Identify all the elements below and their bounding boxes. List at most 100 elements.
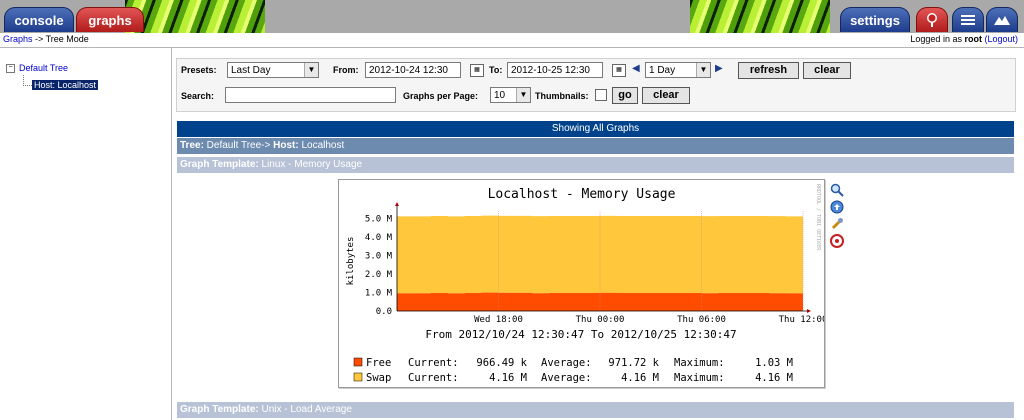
graphs-per-page-label: Graphs per Page:: [403, 91, 479, 101]
from-label: From:: [333, 65, 359, 75]
tab-graphs[interactable]: graphs: [76, 7, 144, 32]
legend-swatch-swap: [353, 372, 363, 382]
legend-average_label: Average:: [541, 357, 592, 369]
chevron-down-icon: ▼: [304, 63, 318, 77]
realtime-icon[interactable]: [830, 234, 844, 248]
breadcrumb: Graphs -> Tree Mode: [3, 34, 89, 44]
refresh-button[interactable]: refresh: [738, 62, 799, 79]
tree-sidebar: − Default Tree Host: Localhost: [0, 48, 172, 420]
legend-average_label: Average:: [541, 372, 592, 384]
presets-value: Last Day: [231, 65, 271, 76]
zoom-icon[interactable]: [830, 183, 844, 197]
x-axis-arrow: [807, 309, 811, 313]
y-axis-label: kilobytes: [346, 237, 356, 286]
legend-maximum_label: Maximum:: [674, 372, 725, 384]
export-icon[interactable]: [830, 200, 844, 214]
timespan-value: 1 Day: [649, 65, 676, 76]
breadcrumb-graphs-link[interactable]: Graphs: [3, 34, 33, 44]
tree-root-item[interactable]: − Default Tree: [6, 63, 68, 74]
breadcrumb-bar: Graphs -> Tree Mode Logged in as root (L…: [0, 33, 1024, 48]
breadcrumb-current: -> Tree Mode: [32, 34, 89, 44]
thumbnails-checkbox[interactable]: [595, 89, 607, 101]
tree-host-item[interactable]: Host: Localhost: [32, 80, 99, 90]
graph-filter-panel: Presets: Last Day ▼ From: ▦ To: ▦ ◀ 1 Day…: [176, 58, 1016, 112]
tab-console[interactable]: console: [4, 7, 74, 32]
y-tick-label: 2.0 M: [365, 270, 393, 280]
y-tick-label: 4.0 M: [365, 233, 393, 243]
tree-view-tab[interactable]: [916, 7, 948, 32]
login-prefix: Logged in as: [910, 34, 965, 44]
legend-current_label: Current:: [408, 357, 459, 369]
login-status: Logged in as root (Logout): [910, 34, 1018, 44]
y-tick-label: 5.0 M: [365, 214, 393, 224]
y-axis-arrow: [395, 202, 399, 206]
memory-usage-graph[interactable]: Localhost - Memory Usage RRDTOOL / TOBI …: [338, 179, 825, 388]
calendar-icon[interactable]: ▦: [612, 64, 626, 77]
wrench-icon[interactable]: [830, 217, 844, 231]
legend-current: 966.49 k: [476, 357, 527, 369]
graph-template-bar-2: Graph Template: Unix - Load Average: [177, 402, 1014, 418]
legend-maximum: 1.03 M: [755, 357, 793, 369]
y-tick-label: 0.0: [376, 307, 392, 317]
tree-icon: [927, 13, 937, 27]
legend-average: 971.72 k: [608, 357, 659, 369]
tree-root-label[interactable]: Default Tree: [19, 63, 68, 73]
tree-value: Default Tree->: [203, 140, 274, 151]
y-tick-label: 1.0 M: [365, 288, 393, 298]
search-label: Search:: [181, 91, 215, 101]
template-label: Graph Template:: [180, 404, 259, 415]
tree-label: Tree:: [180, 140, 204, 151]
logout-link[interactable]: (Logout): [984, 34, 1018, 44]
list-view-tab[interactable]: [952, 7, 984, 32]
from-date-input[interactable]: [365, 62, 461, 78]
go-button[interactable]: go: [612, 87, 638, 104]
legend-maximum_label: Maximum:: [674, 357, 725, 369]
to-date-input[interactable]: [507, 62, 603, 78]
showing-header: Showing All Graphs: [177, 121, 1014, 137]
legend-maximum: 4.16 M: [755, 372, 793, 384]
chevron-down-icon: ▼: [516, 88, 530, 102]
x-tick-label: Thu 06:00: [677, 315, 726, 325]
preview-view-tab[interactable]: [986, 7, 1018, 32]
login-user: root: [964, 34, 982, 44]
shift-right-icon[interactable]: ▶: [715, 63, 723, 74]
timespan-select[interactable]: 1 Day ▼: [645, 62, 711, 78]
x-tick-label: Thu 00:00: [576, 315, 625, 325]
host-label: Host:: [273, 140, 299, 151]
legend-current_label: Current:: [408, 372, 459, 384]
graphs-per-page-select[interactable]: 10 ▼: [490, 87, 531, 103]
legend-name: Swap: [366, 372, 391, 384]
legend-current: 4.16 M: [489, 372, 527, 384]
search-input[interactable]: [225, 87, 396, 103]
x-tick-label: Thu 12:00: [779, 315, 824, 325]
template-value: Unix - Load Average: [258, 404, 352, 415]
clear-search-button[interactable]: clear: [642, 87, 690, 104]
chart-canvas: Wed 18:00 Thu 00:00 Thu 06:00 Thu 12:00 0.0 1…: [346, 202, 824, 384]
presets-select[interactable]: Last Day ▼: [227, 62, 319, 78]
tree-path-bar: Tree: Default Tree-> Host: Localhost: [177, 138, 1014, 154]
thumbnails-label: Thumbnails:: [535, 91, 589, 101]
to-label: To:: [489, 65, 503, 75]
template-label: Graph Template:: [180, 159, 259, 170]
tree-connector: [23, 75, 32, 86]
presets-label: Presets:: [181, 65, 217, 75]
top-navigation-bar: console graphs settings: [0, 0, 1024, 33]
template-value: Linux - Memory Usage: [258, 159, 363, 170]
tab-settings[interactable]: settings: [840, 7, 910, 32]
calendar-icon[interactable]: ▦: [470, 64, 484, 77]
host-value: Localhost: [298, 140, 345, 151]
y-tick-label: 3.0 M: [365, 251, 393, 261]
collapse-icon[interactable]: −: [6, 64, 15, 74]
shift-left-icon[interactable]: ◀: [632, 63, 640, 74]
x-tick-label: Wed 18:00: [474, 315, 523, 325]
legend-swatch-free: [353, 357, 363, 367]
legend-name: Free: [366, 357, 391, 369]
chart-subtitle: From 2012/10/24 12:30:47 To 2012/10/25 1…: [425, 328, 736, 341]
mountain-icon: [994, 16, 1010, 25]
clear-button[interactable]: clear: [803, 62, 851, 79]
chevron-down-icon: ▼: [696, 63, 710, 77]
graphs-per-page-value: 10: [494, 90, 506, 101]
list-icon: [961, 15, 975, 25]
header-decoration-left: [125, 0, 265, 33]
legend-average: 4.16 M: [621, 372, 659, 384]
